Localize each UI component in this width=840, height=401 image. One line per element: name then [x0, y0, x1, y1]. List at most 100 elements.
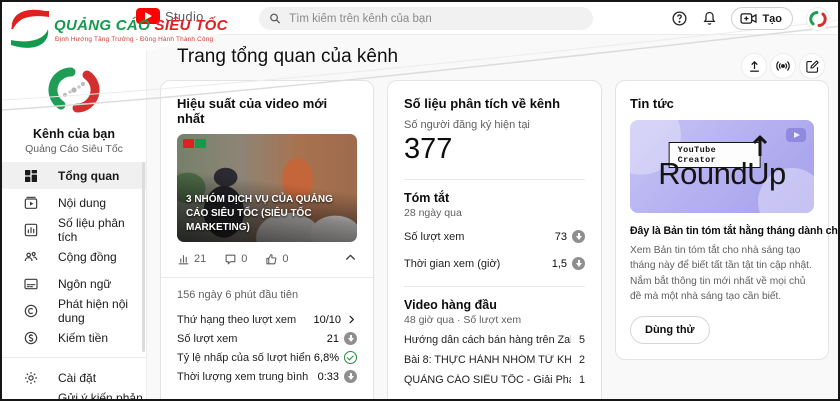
- channel-name: Quảng Cáo Siêu Tốc: [25, 143, 123, 155]
- collapse-button[interactable]: [344, 251, 357, 267]
- create-button[interactable]: Tạo: [731, 7, 793, 30]
- video-comments-stat: 0: [224, 253, 247, 266]
- sidebar-item-language[interactable]: Ngôn ngữ: [2, 270, 146, 297]
- trend-down-icon: [344, 332, 357, 345]
- upload-icon: [749, 60, 759, 72]
- roundup-arrow-icon: [752, 134, 768, 163]
- channel-label: Kênh của bạn: [33, 127, 115, 141]
- metric-row-ctr: Tỷ lệ nhấp của số lượt hiển thị hình thu…: [177, 348, 357, 367]
- live-icon: [776, 61, 790, 71]
- content-icon: [24, 196, 38, 209]
- sidebar-item-label: Gửi ý kiến phản hồi: [58, 390, 143, 401]
- sidebar-item-overview[interactable]: Tổng quan: [2, 162, 146, 189]
- go-live-button[interactable]: [770, 53, 796, 79]
- top-video-row[interactable]: Hướng dẫn cách bán hàng trên Zalo cá nhâ…: [404, 334, 585, 346]
- camcorder-icon: [740, 13, 758, 24]
- video-views-stat: 21: [177, 253, 206, 266]
- metric-row-views: Số lượt xem 21: [177, 329, 357, 348]
- sidebar-item-settings[interactable]: Cài đặt: [2, 364, 146, 391]
- card-title: Hiệu suất của video mới nhất: [177, 96, 328, 126]
- sidebar-item-label: Số liệu phân tích: [58, 215, 125, 244]
- thumbnail-watermark: [183, 139, 206, 148]
- top-video-row[interactable]: Bài 8: THỰC HÀNH NHÓM TỪ KHÓA VÀ VIẾT MẪ…: [404, 354, 585, 366]
- sidebar: Kênh của bạn Quảng Cáo Siêu Tốc Tổng qua…: [2, 35, 147, 399]
- sidebar-scrollbar[interactable]: [142, 162, 145, 352]
- sidebar-item-label: Phát hiện nội dung: [58, 296, 129, 325]
- bar-chart-icon: [178, 254, 189, 264]
- sidebar-item-community[interactable]: Cộng đồng: [2, 243, 146, 270]
- chevron-up-icon: [346, 254, 355, 260]
- news-card: Tin tức YouTube Creator RoundUp Đây là B…: [615, 80, 838, 361]
- settings-icon: [25, 371, 37, 384]
- comment-icon: [225, 254, 236, 264]
- top-videos-title: Video hàng đầu: [404, 298, 497, 312]
- video-title-overlay: 3 NHÓM DỊCH VỤ CỦA QUẢNG CÁO SIÊU TỐC (S…: [186, 194, 333, 233]
- sidebar-item-monetization[interactable]: Kiếm tiền: [2, 324, 146, 351]
- channel-analytics-card: Số liệu phân tích về kênh Số người đăng …: [387, 80, 602, 399]
- feedback-icon: [23, 397, 39, 401]
- sidebar-item-label: Tổng quan: [58, 168, 120, 183]
- account-avatar[interactable]: [806, 6, 830, 31]
- latest-video-performance-card: Hiệu suất của video mới nhất 3 NHÓM DỊCH…: [160, 80, 374, 399]
- trend-down-icon: [572, 257, 585, 270]
- creator-roundup-banner[interactable]: YouTube Creator RoundUp: [630, 120, 814, 213]
- subtitles-icon: [24, 278, 38, 289]
- sidebar-item-label: Kiếm tiền: [58, 330, 109, 345]
- try-button[interactable]: Dùng thử: [630, 316, 710, 345]
- subscribers-label: Số người đăng ký hiện tại: [404, 119, 530, 131]
- trend-down-icon: [572, 230, 585, 243]
- news-headline: Đây là Bản tin tóm tắt hằng tháng dành c…: [630, 225, 838, 237]
- top-video-row[interactable]: QUẢNG CÁO SIÊU TỐC - Giải Pháp Kinh Doan…: [404, 374, 585, 386]
- search-bar[interactable]: [259, 7, 593, 30]
- sidebar-item-content[interactable]: Nội dung: [2, 189, 146, 216]
- create-label: Tạo: [762, 12, 782, 25]
- logo-tagline: Định Hướng Tăng Trưởng - Đồng Hành Thành…: [55, 36, 214, 43]
- sidebar-item-analytics[interactable]: Số liệu phân tích: [2, 215, 146, 244]
- video-thumbnail[interactable]: 3 NHÓM DỊCH VỤ CỦA QUẢNG CÁO SIÊU TỐC (S…: [177, 134, 357, 242]
- community-icon: [24, 251, 38, 261]
- news-body: Xem Bản tin tóm tắt cho nhà sáng tạo thá…: [630, 245, 812, 302]
- upload-video-button[interactable]: [741, 53, 767, 79]
- chevron-right-icon: [349, 315, 354, 324]
- logo-title-green: QUẢNG CÁO: [54, 17, 151, 34]
- video-likes-stat: 0: [265, 253, 289, 266]
- sidebar-item-feedback[interactable]: Gửi ý kiến phản hồi: [2, 390, 146, 401]
- help-icon[interactable]: [671, 10, 688, 27]
- card-title: Tin tức: [630, 96, 674, 111]
- metric-row-ranking[interactable]: Thứ hạng theo lượt xem 10/10: [177, 310, 357, 329]
- sidebar-item-label: Ngôn ngữ: [58, 276, 112, 291]
- edit-icon: [805, 59, 819, 73]
- sidebar-divider: [2, 357, 146, 358]
- summary-row-views: Số lượt xem 73: [404, 227, 585, 246]
- trend-good-icon: [344, 351, 357, 364]
- create-post-button[interactable]: [799, 53, 825, 79]
- summary-row-watchtime: Thời gian xem (giờ) 1,5: [404, 254, 585, 273]
- dashboard-icon: [25, 169, 37, 182]
- card-title: Số liệu phân tích về kênh: [404, 96, 561, 111]
- sidebar-menu: Tổng quan Nội dung Số liệu phân tích Cộn…: [2, 162, 146, 401]
- channel-logo: Studio QUẢNG CÁO SIÊU TỐC Định Hướng Tăn…: [8, 5, 248, 51]
- analytics-icon: [24, 223, 38, 236]
- notifications-bell-icon[interactable]: [701, 10, 718, 27]
- sidebar-item-label: Cài đặt: [58, 370, 97, 385]
- subscribers-count: 377: [404, 133, 453, 165]
- brand-s-icon: [11, 9, 50, 48]
- logo-title-red: SIÊU TỐC: [154, 17, 228, 34]
- search-input[interactable]: [289, 12, 583, 25]
- search-icon: [270, 13, 281, 24]
- summary-title: Tóm tắt: [404, 191, 450, 205]
- monetization-icon: [24, 331, 38, 344]
- top-videos-period: 48 giờ qua · Số lượt xem: [404, 314, 522, 326]
- banner-play-icon: [786, 128, 806, 142]
- sidebar-item-label: Cộng đồng: [58, 249, 117, 264]
- sidebar-item-copyright[interactable]: Phát hiện nội dung: [2, 296, 146, 325]
- trend-down-icon: [344, 370, 357, 383]
- sidebar-item-label: Nội dung: [58, 195, 107, 210]
- channel-avatar[interactable]: [45, 61, 103, 119]
- summary-period: 28 ngày qua: [404, 207, 462, 219]
- copyright-icon: [24, 304, 38, 317]
- youtube-studio-dashboard: Studio QUẢNG CÁO SIÊU TỐC Định Hướng Tăn…: [0, 0, 840, 401]
- thumbs-up-icon: [266, 253, 277, 264]
- metric-row-avg-duration: Thời lượng xem trung bình 0:33: [177, 367, 357, 386]
- first-period-label: 156 ngày 6 phút đầu tiên: [177, 289, 299, 301]
